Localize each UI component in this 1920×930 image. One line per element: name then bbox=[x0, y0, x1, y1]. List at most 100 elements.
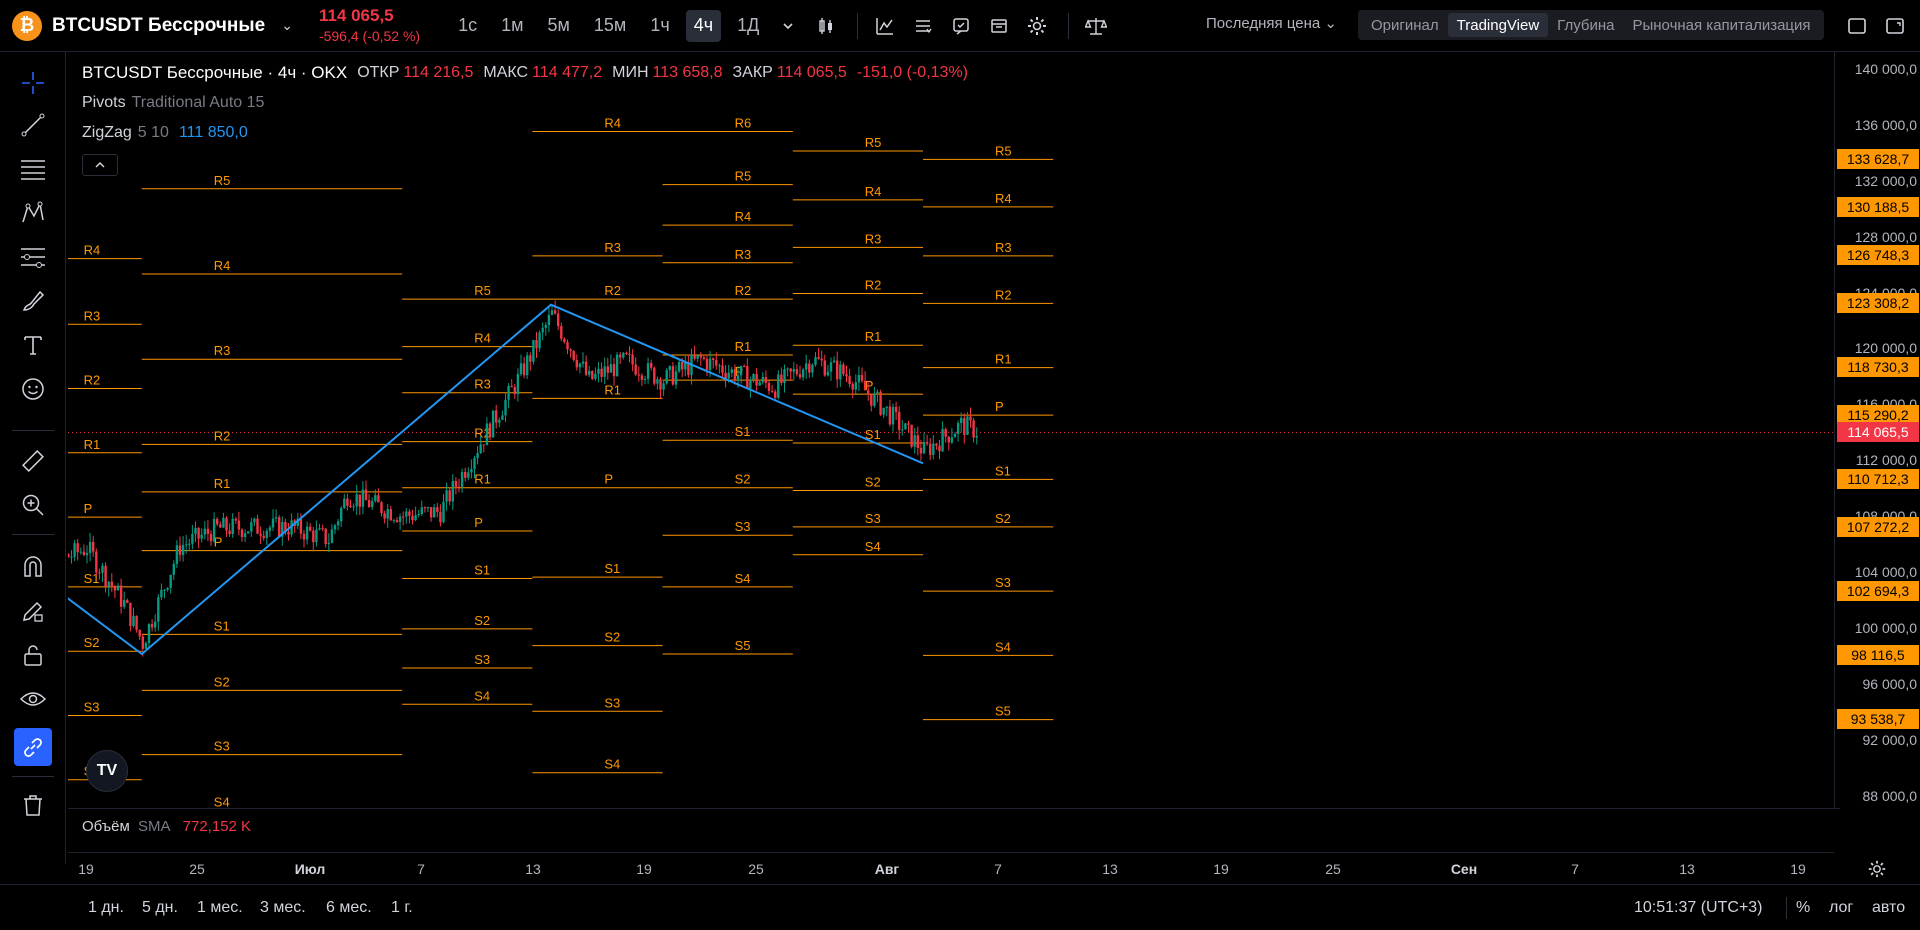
indicators-icon[interactable] bbox=[868, 9, 902, 43]
legend-pivots-row[interactable]: Pivots Traditional Auto 15 bbox=[82, 92, 978, 114]
candle-body bbox=[730, 369, 733, 373]
candle-body bbox=[485, 423, 489, 446]
view-tab-3[interactable]: Рыночная капитализация bbox=[1623, 13, 1819, 37]
pivot-level-label: S2 bbox=[865, 475, 881, 490]
timeframe-4[interactable]: 1ч bbox=[642, 10, 677, 42]
range-4[interactable]: 6 мес. bbox=[326, 899, 372, 917]
legend-collapse-button[interactable] bbox=[82, 154, 118, 176]
timeframe-5[interactable]: 4ч bbox=[685, 9, 722, 42]
magnet-icon[interactable] bbox=[14, 548, 52, 586]
brush-icon[interactable] bbox=[14, 282, 52, 320]
candle-body bbox=[495, 410, 498, 423]
fullscreen-icon[interactable] bbox=[1878, 9, 1912, 43]
log-toggle[interactable]: лог bbox=[1829, 899, 1853, 917]
emoji-icon[interactable] bbox=[14, 370, 52, 408]
candle-body bbox=[426, 507, 430, 509]
volume-params: SMA bbox=[137, 818, 171, 835]
trash-icon[interactable] bbox=[14, 786, 52, 824]
settings-gear-icon[interactable] bbox=[1020, 9, 1054, 43]
candle-body bbox=[956, 423, 960, 434]
range-1[interactable]: 5 дн. bbox=[142, 899, 178, 917]
link-icon[interactable] bbox=[14, 728, 52, 766]
view-tab-2[interactable]: Глубина bbox=[1548, 13, 1623, 37]
candle-body bbox=[219, 524, 222, 528]
lock-icon[interactable] bbox=[14, 636, 52, 674]
timeframe-2[interactable]: 5м bbox=[540, 10, 578, 42]
templates-icon[interactable] bbox=[906, 9, 940, 43]
price-scale[interactable]: 140 000,0136 000,0132 000,0128 000,0124 … bbox=[1834, 52, 1920, 808]
candle-body bbox=[826, 371, 830, 376]
scales-icon[interactable] bbox=[1079, 9, 1113, 43]
candle-body bbox=[200, 534, 203, 539]
time-scale[interactable]: 19 25 Июл 7 13 19 25 Авг 7 13 19 25 Сен 7 13 19 bbox=[68, 852, 1834, 884]
timeframe-dropdown-icon[interactable] bbox=[771, 9, 805, 43]
pivot-price-tag: 107 272,2 bbox=[1837, 517, 1919, 538]
candle-body bbox=[380, 502, 383, 514]
replay-icon[interactable] bbox=[982, 9, 1016, 43]
price-chart[interactable]: R4 R3 R2 R1 P S1 S2 S3 S4 R5 R4 R3 R2 R1 P S1 S2 S3 S4 R5 R4… bbox=[68, 52, 1840, 808]
pivot-level-label: P bbox=[84, 501, 93, 516]
pivot-level-label: R5 bbox=[735, 169, 752, 184]
candle-body bbox=[457, 486, 461, 488]
candle-body bbox=[857, 374, 861, 383]
candle-body bbox=[774, 391, 777, 398]
candle-body bbox=[851, 384, 854, 390]
scale-settings-icon[interactable] bbox=[1866, 858, 1888, 880]
candle-body bbox=[129, 602, 132, 627]
fib-icon[interactable] bbox=[14, 238, 52, 276]
candle-body bbox=[746, 366, 749, 389]
candle-body bbox=[464, 471, 467, 478]
view-tab-0[interactable]: Оригинал bbox=[1362, 13, 1448, 37]
pivots-indicator-params: Traditional Auto 15 bbox=[131, 94, 265, 111]
layout-icon[interactable] bbox=[1840, 9, 1874, 43]
candle-body bbox=[628, 353, 631, 355]
alert-icon[interactable] bbox=[944, 9, 978, 43]
candle-body bbox=[324, 528, 327, 545]
candle-body bbox=[358, 494, 361, 507]
range-0[interactable]: 1 дн. bbox=[88, 899, 124, 917]
crosshair-icon[interactable] bbox=[14, 64, 52, 102]
symbol-selector[interactable]: ₿ BTCUSDT Бессрочные ⌄ bbox=[0, 0, 319, 52]
price-source-selector[interactable]: Последняя цена ⌄ bbox=[1206, 14, 1337, 32]
auto-toggle[interactable]: авто bbox=[1872, 899, 1905, 917]
candle-body bbox=[510, 385, 513, 388]
ruler-icon[interactable] bbox=[14, 442, 52, 480]
chart-canvas[interactable]: R4 R3 R2 R1 P S1 S2 S3 S4 R5 R4 R3 R2 R1 P S1 S2 S3 S4 R5 R4… bbox=[68, 52, 1834, 808]
candle-body bbox=[343, 498, 346, 509]
trend-line-icon[interactable] bbox=[14, 106, 52, 144]
range-5[interactable]: 1 г. bbox=[391, 899, 413, 917]
candle-body bbox=[932, 443, 935, 455]
volume-legend[interactable]: Объём SMA 772,152 K bbox=[82, 818, 251, 835]
percent-toggle[interactable]: % bbox=[1796, 899, 1810, 917]
parallel-lines-icon[interactable] bbox=[14, 150, 52, 188]
zoom-in-icon[interactable] bbox=[14, 486, 52, 524]
legend-zigzag-row[interactable]: ZigZag 5 10 111 850,0 bbox=[82, 122, 978, 144]
timeframe-1[interactable]: 1м bbox=[493, 10, 531, 42]
candle-body bbox=[157, 597, 160, 622]
candle-body bbox=[256, 518, 259, 534]
pivot-price-tag: 93 538,7 bbox=[1837, 709, 1919, 730]
time-tick: 19 bbox=[1790, 861, 1806, 877]
candle-body bbox=[848, 376, 851, 385]
candle-body bbox=[395, 520, 399, 523]
range-2[interactable]: 1 мес. bbox=[197, 899, 243, 917]
eye-icon[interactable] bbox=[14, 680, 52, 718]
time-tick: 19 bbox=[78, 861, 94, 877]
range-3[interactable]: 3 мес. bbox=[260, 899, 306, 917]
timeframe-6[interactable]: 1Д bbox=[729, 10, 767, 42]
clock[interactable]: 10:51:37 (UTC+3) bbox=[1634, 899, 1763, 917]
candle-body bbox=[402, 516, 405, 518]
candle-body bbox=[191, 533, 194, 544]
pencil-lock-icon[interactable] bbox=[14, 592, 52, 630]
timeframe-0[interactable]: 1с bbox=[450, 10, 485, 42]
candle-body bbox=[935, 443, 938, 446]
pivot-price-tag: 130 188,5 bbox=[1837, 197, 1919, 218]
pattern-icon[interactable] bbox=[14, 194, 52, 232]
timeframe-3[interactable]: 15м bbox=[586, 10, 634, 42]
pivot-level-label: R2 bbox=[84, 373, 101, 388]
candle-type-icon[interactable] bbox=[809, 9, 843, 43]
time-tick: 7 bbox=[994, 861, 1002, 877]
text-tool-icon[interactable] bbox=[14, 326, 52, 364]
view-tab-1[interactable]: TradingView bbox=[1447, 13, 1549, 37]
candle-body bbox=[879, 391, 882, 415]
